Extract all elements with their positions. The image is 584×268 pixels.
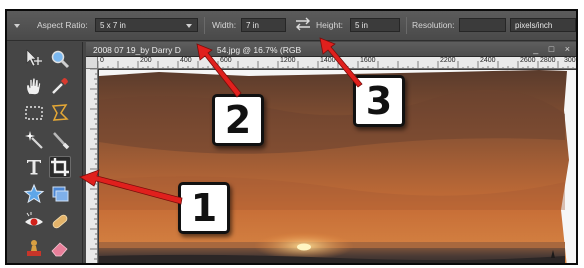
ruler-tick-label: 2600 [520,57,536,64]
height-value: 5 in [355,21,368,30]
height-field[interactable]: 5 in [350,18,400,32]
width-field[interactable]: 7 in [241,18,286,32]
ruler-tick-label: 2200 [440,57,456,64]
image-canvas[interactable] [99,70,576,263]
vertical-ruler [86,69,98,263]
zoom-tool[interactable] [49,48,71,70]
magic-wand-tool[interactable] [23,129,45,151]
resolution-unit-value: pixels/inch [515,21,553,30]
aspect-ratio-dropdown[interactable]: 5 x 7 in [95,18,198,32]
callout-2: 2 [212,94,264,146]
tool-options-bar: Aspect Ratio: 5 x 7 in Width: 7 in Heigh… [7,11,576,41]
eraser-tool-icon [51,242,68,257]
ruler-tick-label: 0 [100,57,104,64]
separator [406,17,407,34]
ruler-tick-label: 600 [220,57,232,64]
rectangular-marquee-tool[interactable] [23,102,45,124]
rectangular-marquee-icon [25,106,43,120]
editor-window: Aspect Ratio: 5 x 7 in Width: 7 in Heigh… [5,9,578,265]
healing-brush-tool[interactable] [49,210,71,232]
healing-brush-icon [52,214,68,229]
document-title: 2008 07 19_by Darry D 54.jpg @ 16.7% (RGB [93,45,301,55]
width-label: Width: [212,20,237,30]
eyedropper-tool[interactable] [49,75,71,97]
horizontal-ruler: 0 200 400 600 1200 1400 1600 2200 2400 2… [98,57,576,69]
straighten-tool-icon [52,186,69,202]
type-tool[interactable] [23,156,45,178]
chevron-down-icon [186,24,192,28]
ruler-tick-label: 200 [140,57,152,64]
ruler-tick-label: 400 [180,57,192,64]
cookie-cutter-icon [23,183,45,204]
document-tab[interactable]: 2008 07 19_by Darry D 54.jpg @ 16.7% (RGB… [86,42,576,57]
horizontal-ruler-ticks [98,61,574,68]
options-menu-arrow-icon[interactable] [14,24,20,28]
red-eye-tool[interactable] [23,210,45,232]
lasso-tool[interactable] [49,102,71,124]
document-title-tail: 54.jpg @ 16.7% (RGB [216,45,302,55]
clone-stamp-tool[interactable] [23,237,45,259]
callout-3: 3 [353,75,405,127]
window-controls[interactable]: _ □ × [533,44,574,54]
ruler-tick-label: 1600 [360,57,376,64]
document-window: 2008 07 19_by Darry D 54.jpg @ 16.7% (RGB… [86,42,576,263]
cookie-cutter-tool[interactable] [23,183,45,205]
separator [204,17,205,34]
type-tool-icon [27,160,41,175]
crop-tool[interactable] [49,156,71,178]
eraser-tool[interactable] [49,237,71,259]
ruler-origin[interactable] [86,57,98,69]
height-label: Height: [316,20,343,30]
eyedropper-tool-icon [52,78,68,94]
hand-tool-icon [26,77,41,95]
resolution-unit-dropdown[interactable]: pixels/inch [510,18,576,32]
zoom-tool-icon [51,50,70,69]
selection-brush-tool[interactable] [49,129,71,151]
swap-dimensions-icon[interactable] [294,17,312,36]
selection-brush-icon [53,132,70,150]
sunset-photo [99,70,576,263]
magic-wand-icon [25,131,43,149]
lasso-tool-icon [51,104,69,121]
clone-stamp-icon [27,240,41,256]
callout-1: 1 [178,182,230,234]
document-title-text: 2008 07 19_by Darry D [93,45,181,55]
ruler-tick-label: 300 [564,57,576,64]
crop-tool-icon [51,158,69,176]
straighten-tool[interactable] [49,183,71,205]
hand-tool[interactable] [23,75,45,97]
red-eye-tool-icon [25,212,43,226]
ruler-tick-label: 1200 [280,57,296,64]
move-tool[interactable] [23,48,45,70]
width-value: 7 in [246,21,259,30]
ruler-tick-label: 1400 [320,57,336,64]
vertical-ruler-ticks [90,69,97,260]
toolbox [7,42,83,263]
ruler-tick-label: 2800 [540,57,556,64]
move-tool-icon [26,49,42,67]
ruler-tick-label: 2400 [480,57,496,64]
aspect-ratio-value: 5 x 7 in [100,21,126,30]
resolution-label: Resolution: [412,20,455,30]
resolution-field[interactable] [459,18,506,32]
aspect-ratio-label: Aspect Ratio: [37,20,88,30]
